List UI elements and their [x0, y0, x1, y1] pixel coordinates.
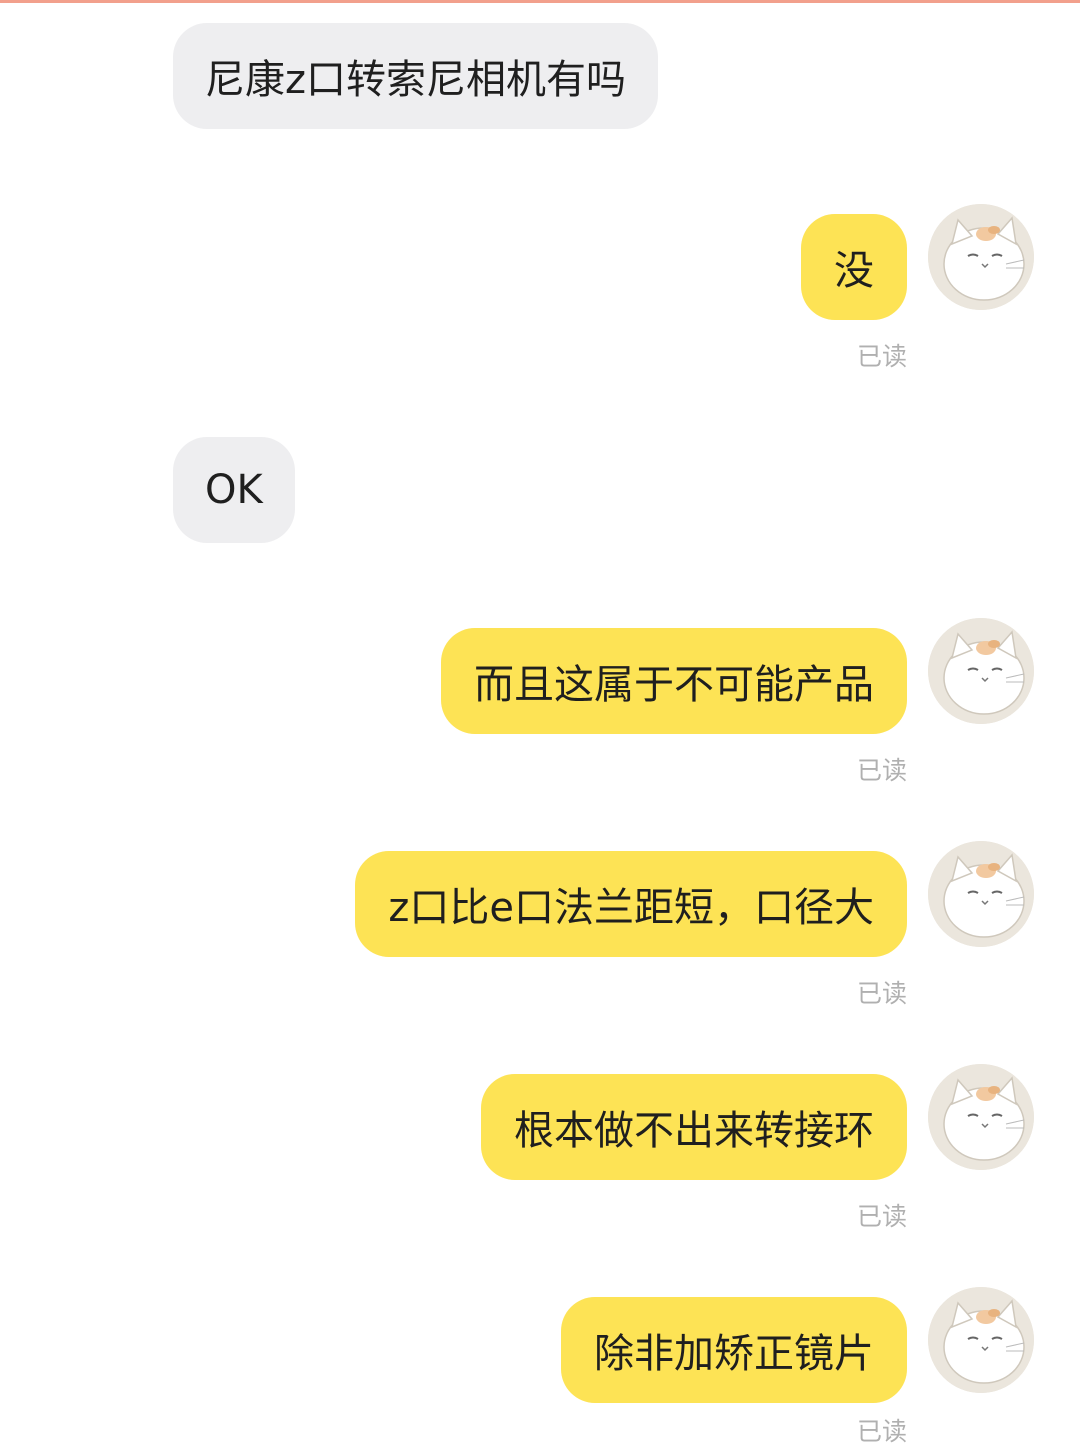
read-status: 已读 — [856, 979, 907, 1008]
read-status: 已读 — [856, 756, 907, 785]
read-status: 已读 — [856, 342, 907, 371]
message-text: 尼康z口转索尼相机有吗 — [205, 57, 626, 103]
message-text: 没 — [834, 248, 874, 294]
cat-avatar-icon[interactable] — [928, 841, 1034, 947]
incoming-message-bubble[interactable]: OK — [173, 437, 295, 543]
outgoing-message-bubble[interactable]: 根本做不出来转接环 — [481, 1074, 907, 1180]
message-text: 根本做不出来转接环 — [514, 1108, 874, 1154]
outgoing-message-bubble[interactable]: z口比e口法兰距短，口径大 — [355, 851, 907, 957]
cat-avatar-icon[interactable] — [928, 1064, 1034, 1170]
read-status: 已读 — [856, 1417, 907, 1446]
outgoing-message-bubble[interactable]: 没 — [801, 214, 907, 320]
top-divider — [0, 0, 1080, 3]
message-text: z口比e口法兰距短，口径大 — [388, 885, 874, 931]
message-text: OK — [205, 467, 263, 513]
message-text: 除非加矫正镜片 — [594, 1331, 874, 1377]
outgoing-message-bubble[interactable]: 除非加矫正镜片 — [561, 1297, 907, 1403]
cat-avatar-icon[interactable] — [928, 618, 1034, 724]
read-status: 已读 — [856, 1202, 907, 1231]
outgoing-message-bubble[interactable]: 而且这属于不可能产品 — [441, 628, 907, 734]
incoming-message-bubble[interactable]: 尼康z口转索尼相机有吗 — [173, 23, 658, 129]
message-text: 而且这属于不可能产品 — [474, 662, 874, 708]
cat-avatar-icon[interactable] — [928, 204, 1034, 310]
cat-avatar-icon[interactable] — [928, 1287, 1034, 1393]
